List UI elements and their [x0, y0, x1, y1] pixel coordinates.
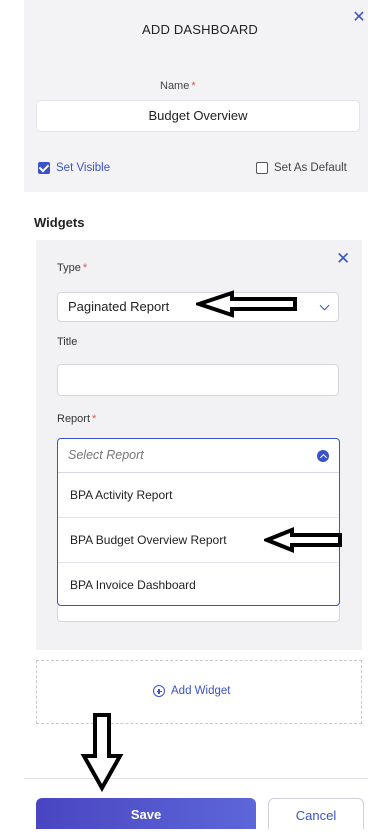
widgets-heading: Widgets — [34, 215, 85, 230]
type-label: Type * — [57, 262, 88, 274]
widget-title-input[interactable] — [57, 364, 339, 396]
required-mark: * — [92, 413, 97, 425]
add-widget-label: Add Widget — [171, 685, 231, 697]
dialog-title: ADD DASHBOARD — [141, 22, 258, 37]
footer-divider — [24, 778, 368, 779]
add-widget-content: Add Widget — [153, 685, 230, 697]
report-option-activity[interactable]: BPA Activity Report — [58, 473, 339, 518]
dashboard-name-input[interactable]: Budget Overview — [36, 100, 360, 132]
checkbox-unchecked-icon[interactable] — [256, 162, 268, 174]
report-select[interactable]: Select Report — [58, 439, 339, 473]
checkbox-checked-icon[interactable] — [38, 161, 50, 174]
plus-circle-icon — [153, 685, 165, 697]
annotation-arrow-left-icon — [196, 290, 297, 318]
type-select-value: Paginated Report — [68, 299, 170, 314]
required-mark: * — [191, 80, 196, 92]
report-dropdown[interactable]: Select Report BPA Activity Report BPA Bu… — [57, 438, 340, 606]
remove-widget-icon[interactable]: ✕ — [336, 250, 350, 267]
set-visible-label: Set Visible — [56, 162, 111, 174]
chevron-down-icon — [319, 300, 330, 311]
save-button[interactable]: Save — [36, 798, 256, 829]
hidden-field-under-dropdown — [57, 606, 340, 622]
report-label: Report * — [57, 413, 97, 425]
name-label: Name * — [160, 80, 196, 92]
chevron-up-circle-icon[interactable] — [317, 450, 329, 462]
set-visible-checkbox[interactable]: Set Visible — [38, 161, 111, 174]
report-option-invoice-dashboard[interactable]: BPA Invoice Dashboard — [58, 563, 339, 605]
close-icon[interactable]: ✕ — [352, 10, 366, 26]
annotation-arrow-left-icon — [264, 527, 342, 553]
set-as-default-checkbox[interactable]: Set As Default — [256, 162, 347, 174]
report-select-placeholder: Select Report — [68, 448, 144, 462]
set-as-default-label: Set As Default — [274, 162, 347, 174]
required-mark: * — [82, 262, 88, 274]
cancel-button[interactable]: Cancel — [268, 798, 364, 829]
annotation-arrow-down-icon — [80, 713, 124, 792]
title-label: Title — [57, 336, 78, 348]
